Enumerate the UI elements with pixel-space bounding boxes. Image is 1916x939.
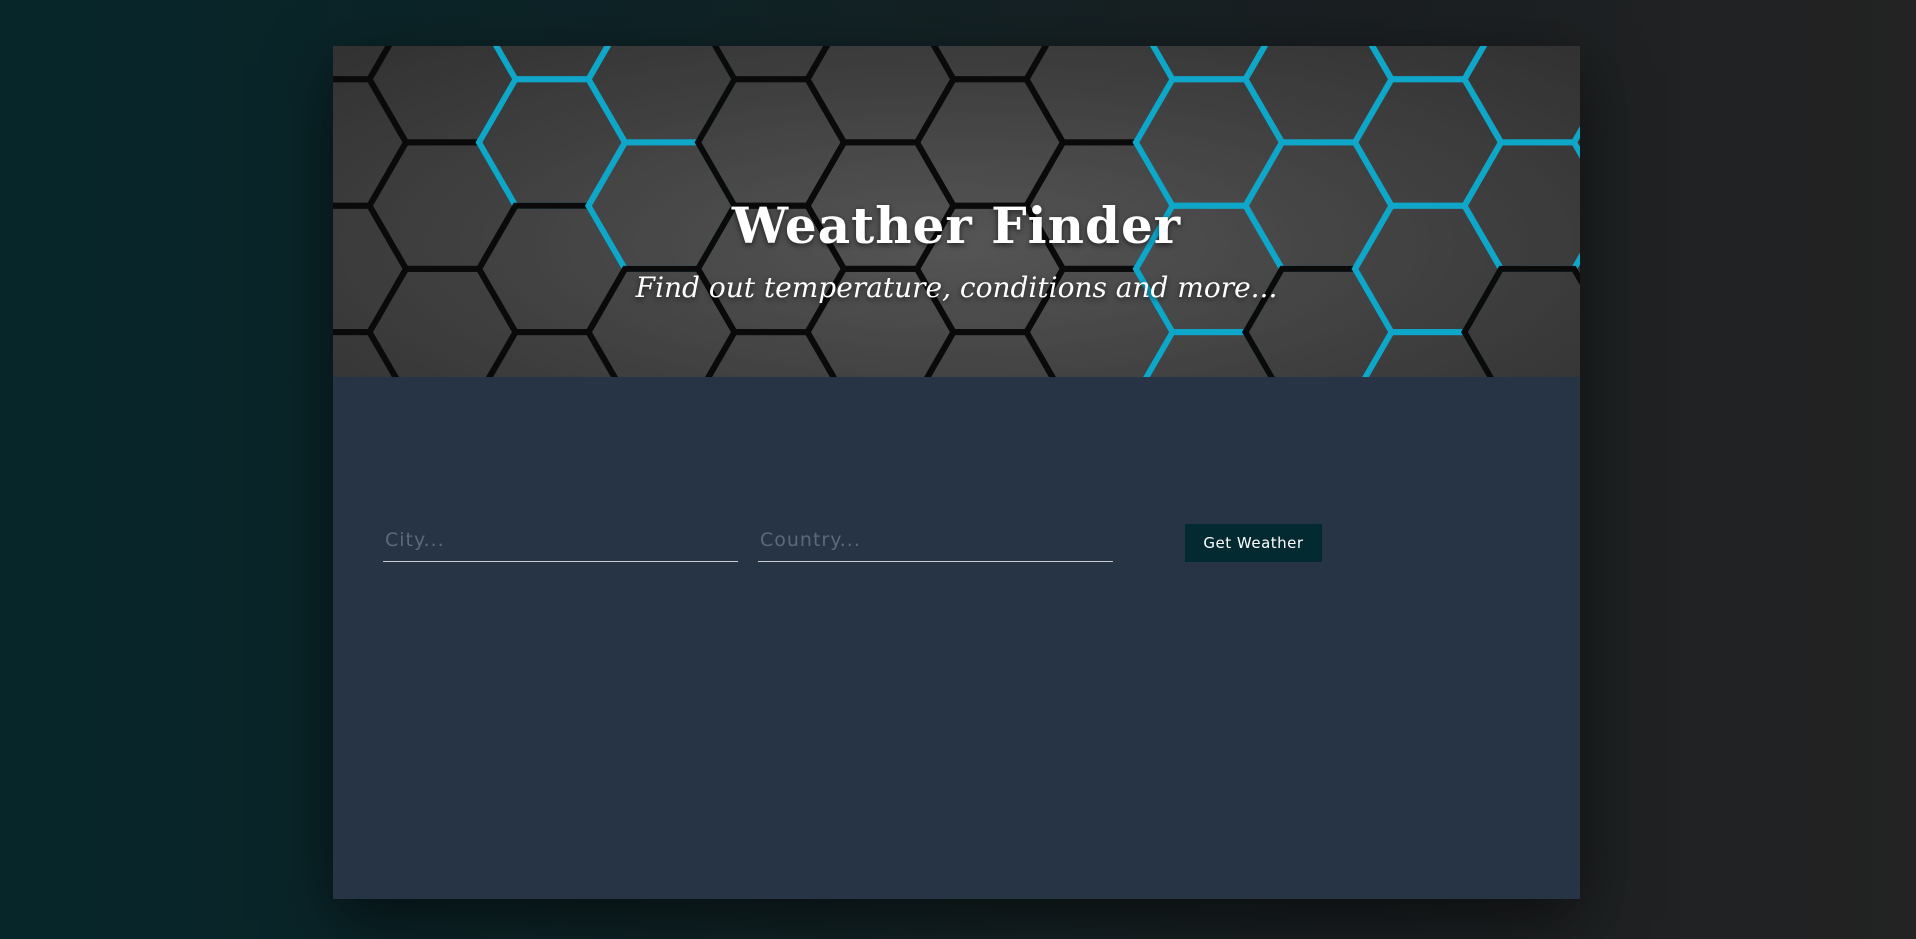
page-subtitle: Find out temperature, conditions and mor… [635, 271, 1278, 304]
get-weather-button[interactable]: Get Weather [1185, 524, 1322, 562]
app-card: Weather Finder Find out temperature, con… [333, 46, 1580, 899]
header-banner: Weather Finder Find out temperature, con… [333, 46, 1580, 377]
city-input[interactable] [383, 516, 738, 562]
page-title: Weather Finder [731, 196, 1182, 255]
country-input[interactable] [758, 516, 1113, 562]
